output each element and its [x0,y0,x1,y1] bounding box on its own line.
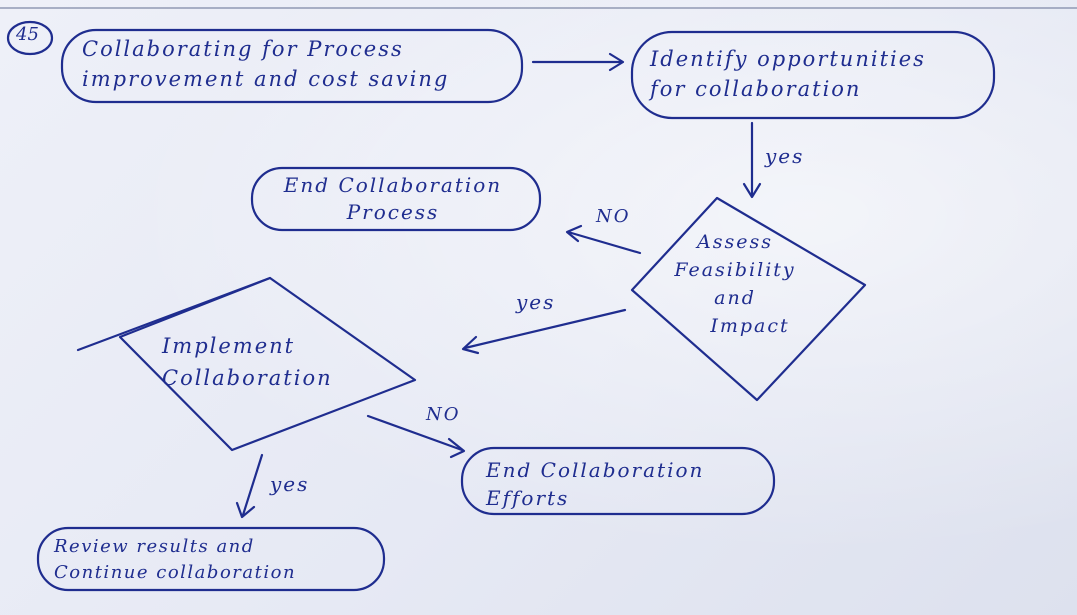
assess-node-line-4: Impact [710,315,790,337]
implement-node-line-2: Collaboration [162,366,333,390]
end-process-node-text: End Collaboration Process [262,172,524,226]
edge-label-implement-end-efforts: NO [426,404,461,425]
identify-node-line-2: for collaboration [650,77,862,101]
edge-label-assess-implement: yes [516,290,556,314]
end-efforts-line-1: End Collaboration [486,458,705,482]
end-process-line-2: Process [346,200,440,224]
end-efforts-line-2: Efforts [486,486,570,510]
assess-node-line-1: Assess [697,231,773,253]
start-node-line-1: Collaborating for Process [82,37,404,61]
edge-label-implement-review: yes [270,472,310,496]
assess-node-text: Assess Feasibility and Impact [650,228,820,340]
arrow-implement-to-review [235,453,264,519]
identify-node-line-1: Identify opportunities [650,47,926,71]
review-node-text: Review results and Continue collaboratio… [54,534,296,586]
start-node-line-2: improvement and cost saving [82,67,450,91]
review-node-line-1: Review results and [54,536,255,557]
assess-node-line-2: Feasibility [674,259,796,281]
implement-node-line-1: Implement [162,334,296,358]
arrow-identify-to-assess [742,121,762,199]
implement-node-text: Implement Collaboration [162,330,333,394]
arrow-start-to-identify [531,52,625,72]
arrow-assess-to-end-process [565,224,642,255]
start-node-text: Collaborating for Process improvement an… [82,34,449,94]
step-number-label: 45 [16,24,39,45]
edge-label-identify-assess: yes [765,144,805,168]
identify-node-text: Identify opportunities for collaboration [650,44,926,104]
end-efforts-node-text: End Collaboration Efforts [486,456,704,512]
arrow-assess-to-implement [461,308,627,355]
end-process-line-1: End Collaboration [283,173,503,197]
review-node-line-2: Continue collaboration [54,562,297,583]
assess-node-line-3: and [714,287,756,309]
edge-label-assess-end-process: NO [596,206,631,227]
